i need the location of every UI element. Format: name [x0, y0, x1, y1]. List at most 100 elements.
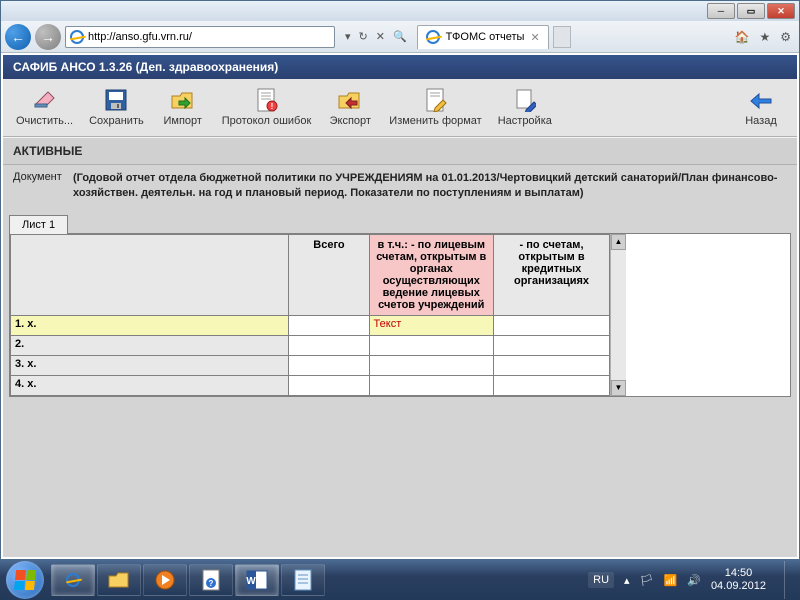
section-header: АКТИВНЫЕ: [3, 137, 797, 165]
window-minimize-button[interactable]: ─: [707, 3, 735, 19]
help-doc-icon: ?: [202, 569, 220, 591]
table-row[interactable]: 4. x.: [11, 375, 610, 395]
row-header[interactable]: 1. x.: [11, 315, 289, 335]
btn-label: Очистить...: [16, 115, 73, 127]
eraser-icon: [31, 88, 59, 112]
dropdown-icon[interactable]: ▾: [345, 30, 351, 43]
grid-right-panel: [626, 234, 790, 396]
vertical-scrollbar[interactable]: ▲ ▼: [610, 234, 626, 396]
row-header[interactable]: 4. x.: [11, 375, 289, 395]
scroll-down-icon[interactable]: ▼: [611, 380, 626, 396]
back-arrow-icon: [747, 88, 775, 112]
clock-time: 14:50: [711, 567, 766, 580]
home-icon[interactable]: 🏠: [735, 30, 750, 44]
app-title: САФИБ АНСО 1.3.26 (Деп. здравоохранения): [3, 55, 797, 79]
taskbar-notepad[interactable]: [281, 564, 325, 596]
cell[interactable]: [493, 355, 609, 375]
svg-text:W: W: [246, 576, 256, 587]
windows-logo-icon: [14, 570, 36, 590]
cell[interactable]: [289, 355, 369, 375]
col-header-accounts-credit-orgs[interactable]: - по счетам, открытым в кредитных органи…: [493, 234, 609, 315]
start-button[interactable]: [6, 561, 44, 599]
ie-icon: [426, 30, 440, 44]
flag-icon[interactable]: 🏳: [640, 574, 654, 587]
cell[interactable]: [289, 335, 369, 355]
sheet-tab-1[interactable]: Лист 1: [9, 215, 68, 234]
col-header-accounts-authorities[interactable]: в т.ч.: - по лицевым счетам, открытым в …: [369, 234, 493, 315]
language-indicator[interactable]: RU: [588, 572, 614, 588]
tab-close-icon[interactable]: ✕: [530, 31, 539, 44]
window-close-button[interactable]: ✕: [767, 3, 795, 19]
scroll-up-icon[interactable]: ▲: [611, 234, 626, 250]
row-header[interactable]: 2.: [11, 335, 289, 355]
cell[interactable]: [289, 375, 369, 395]
browser-window: ─ ▭ ✕ ← → http://anso.gfu.vrn.ru/ ▾ ↻ ✕ …: [0, 0, 800, 560]
svg-text:?: ?: [209, 579, 214, 588]
favorites-icon[interactable]: ★: [759, 30, 770, 44]
table-row[interactable]: 1. x. Текст: [11, 315, 610, 335]
taskbar-explorer[interactable]: [97, 564, 141, 596]
document-edit-icon: [422, 88, 450, 112]
taskbar-mediaplayer[interactable]: [143, 564, 187, 596]
show-desktop-button[interactable]: [784, 561, 794, 599]
word-icon: W: [246, 570, 268, 590]
search-icon[interactable]: 🔍: [393, 30, 407, 43]
settings-icon: [511, 88, 539, 112]
taskbar-word[interactable]: W: [235, 564, 279, 596]
taskbar-ie[interactable]: [51, 564, 95, 596]
active-cell[interactable]: Текст: [369, 315, 493, 335]
media-icon: [155, 570, 175, 590]
cell[interactable]: [493, 315, 609, 335]
notepad-icon: [294, 569, 312, 591]
change-format-button[interactable]: Изменить формат: [382, 83, 488, 132]
table-row[interactable]: 2.: [11, 335, 610, 355]
save-button[interactable]: Сохранить: [82, 83, 151, 132]
cell[interactable]: [289, 315, 369, 335]
ie-icon: [66, 573, 80, 587]
clock-date: 04.09.2012: [711, 580, 766, 593]
btn-label: Настройка: [498, 115, 552, 127]
btn-label: Протокол ошибок: [222, 115, 312, 127]
cell[interactable]: [493, 335, 609, 355]
taskbar: ? W RU ▴ 🏳 📶 🔊 14:50 04.09.2012: [0, 560, 800, 600]
app-area: САФИБ АНСО 1.3.26 (Деп. здравоохранения)…: [3, 55, 797, 557]
export-button[interactable]: Экспорт: [320, 83, 380, 132]
clear-button[interactable]: Очистить...: [9, 83, 80, 132]
svg-text:!: !: [270, 102, 273, 111]
back-button[interactable]: Назад: [731, 83, 791, 132]
tools-icon[interactable]: ⚙: [780, 30, 791, 44]
data-grid[interactable]: Всего в т.ч.: - по лицевым счетам, откры…: [10, 234, 610, 396]
cell[interactable]: [369, 355, 493, 375]
refresh-icon[interactable]: ↻: [359, 30, 368, 43]
folder-import-icon: [169, 88, 197, 112]
cell[interactable]: [369, 335, 493, 355]
volume-icon[interactable]: 🔊: [687, 574, 701, 587]
network-icon[interactable]: 📶: [664, 574, 678, 587]
clock[interactable]: 14:50 04.09.2012: [711, 567, 770, 592]
table-row[interactable]: 3. x.: [11, 355, 610, 375]
browser-tab[interactable]: ТФОМС отчеты ✕: [417, 25, 549, 49]
col-header-0[interactable]: [11, 234, 289, 315]
nav-back-button[interactable]: ←: [5, 24, 31, 50]
window-maximize-button[interactable]: ▭: [737, 3, 765, 19]
folder-export-icon: [336, 88, 364, 112]
settings-button[interactable]: Настройка: [491, 83, 559, 132]
cell[interactable]: [369, 375, 493, 395]
url-controls: ▾ ↻ ✕ 🔍: [339, 30, 413, 43]
browser-navbar: ← → http://anso.gfu.vrn.ru/ ▾ ↻ ✕ 🔍 ТФОМ…: [1, 21, 799, 53]
sheet-tabs: Лист 1: [3, 212, 797, 233]
import-button[interactable]: Импорт: [153, 83, 213, 132]
cell[interactable]: [493, 375, 609, 395]
scroll-track[interactable]: [611, 250, 626, 380]
stop-icon[interactable]: ✕: [376, 30, 385, 43]
error-protocol-button[interactable]: ! Протокол ошибок: [215, 83, 319, 132]
nav-forward-button[interactable]: →: [35, 24, 61, 50]
taskbar-help[interactable]: ?: [189, 564, 233, 596]
app-toolbar: Очистить... Сохранить Импорт ! Протокол …: [3, 79, 797, 137]
new-tab-button[interactable]: [553, 26, 571, 48]
tray-up-icon[interactable]: ▴: [624, 574, 630, 587]
address-bar[interactable]: http://anso.gfu.vrn.ru/: [65, 26, 335, 48]
col-header-total[interactable]: Всего: [289, 234, 369, 315]
row-header[interactable]: 3. x.: [11, 355, 289, 375]
document-label: Документ: [13, 171, 73, 202]
